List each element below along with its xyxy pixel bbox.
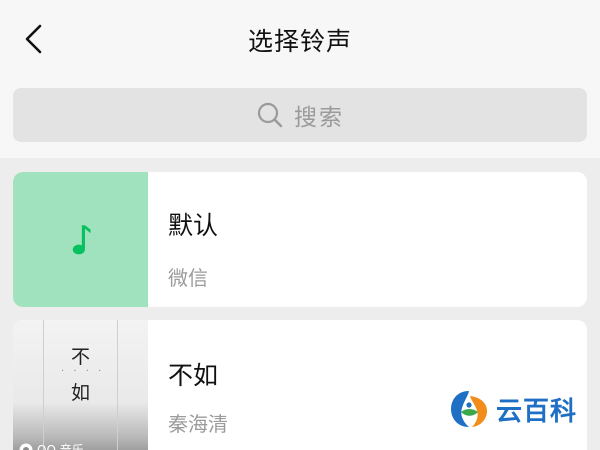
page-title: 选择铃声 <box>247 27 352 56</box>
search-icon <box>257 102 283 128</box>
watermark-text: 云百科 <box>496 396 578 427</box>
album-decor-line <box>117 320 118 450</box>
album-cover-dots: · · · · <box>61 366 105 377</box>
album-cover-text: 如 <box>71 382 91 404</box>
ringtone-item-buru[interactable]: 不 · · · · 如 QQ 音乐 不如 秦海清 <box>13 320 587 450</box>
search-bar[interactable]: 搜索 <box>13 88 587 142</box>
ringtone-thumbnail <box>13 172 148 307</box>
album-cover: 不 · · · · 如 QQ 音乐 <box>13 320 148 450</box>
ringtone-name: 默认 <box>168 211 219 240</box>
nav-bar: 选择铃声 <box>0 0 600 80</box>
yunbaike-logo-icon <box>451 391 487 427</box>
ringtone-artist: 秦海清 <box>168 412 228 436</box>
ringtone-item-default[interactable]: 默认 微信 <box>13 172 587 307</box>
album-cover-text: 不 <box>71 346 91 368</box>
ringtone-artist: 微信 <box>168 266 208 290</box>
qq-music-badge: QQ 音乐 <box>19 441 84 450</box>
search-placeholder: 搜索 <box>294 105 344 131</box>
music-note-icon <box>72 224 91 254</box>
ringtone-name: 不如 <box>168 361 219 390</box>
qq-music-icon <box>19 443 33 450</box>
watermark: 云百科 <box>448 388 577 430</box>
qq-music-label: QQ 音乐 <box>37 443 84 450</box>
search-section: 搜索 <box>0 80 600 158</box>
ringtone-picker-screen: 选择铃声 搜索 默认 微信 不 · · · · 如 QQ 音乐 不如 秦海清 云… <box>0 0 600 450</box>
album-decor-line <box>43 320 44 450</box>
